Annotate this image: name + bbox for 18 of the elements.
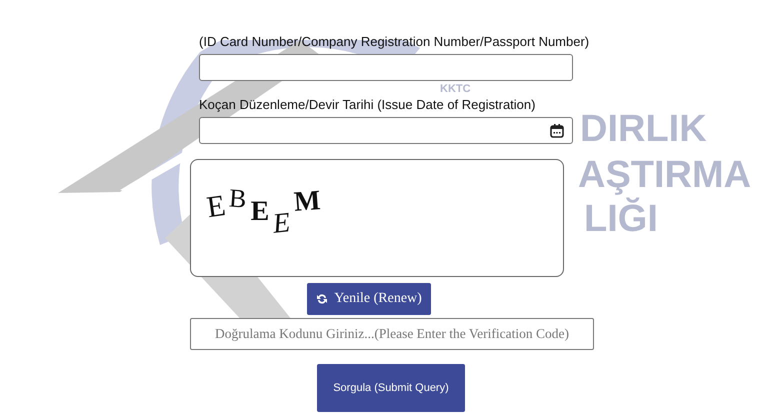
captcha-letter: E — [250, 198, 270, 226]
logo-text: AŞTIRMA — [578, 156, 752, 194]
verification-code-field[interactable]: Doğrulama Kodunu Giriniz...(Please Enter the Verification Code) — [190, 318, 594, 350]
captcha-letter: M — [294, 187, 322, 217]
submit-button[interactable]: Sorgula (Submit Query) — [317, 364, 465, 412]
logo-text: LIĞI — [584, 200, 658, 238]
captcha-letter: B — [228, 185, 248, 213]
captcha-letter: E — [272, 209, 292, 239]
captcha-letter: E — [205, 190, 228, 224]
logo-text: KKTC — [440, 84, 471, 95]
logo-text: DIRLIK — [580, 110, 707, 148]
date-label: Koçan Düzenleme/Devir Tarihi (Issue Date of Registration) — [199, 97, 536, 112]
id-field[interactable] — [199, 54, 573, 81]
date-field[interactable] — [199, 117, 573, 144]
id-label: (ID Card Number/Company Registration Number/Passport Number) — [199, 34, 590, 49]
refresh-icon — [316, 293, 328, 305]
calendar-icon[interactable] — [550, 124, 564, 138]
renew-button[interactable]: Yenile (Renew) — [307, 283, 431, 315]
